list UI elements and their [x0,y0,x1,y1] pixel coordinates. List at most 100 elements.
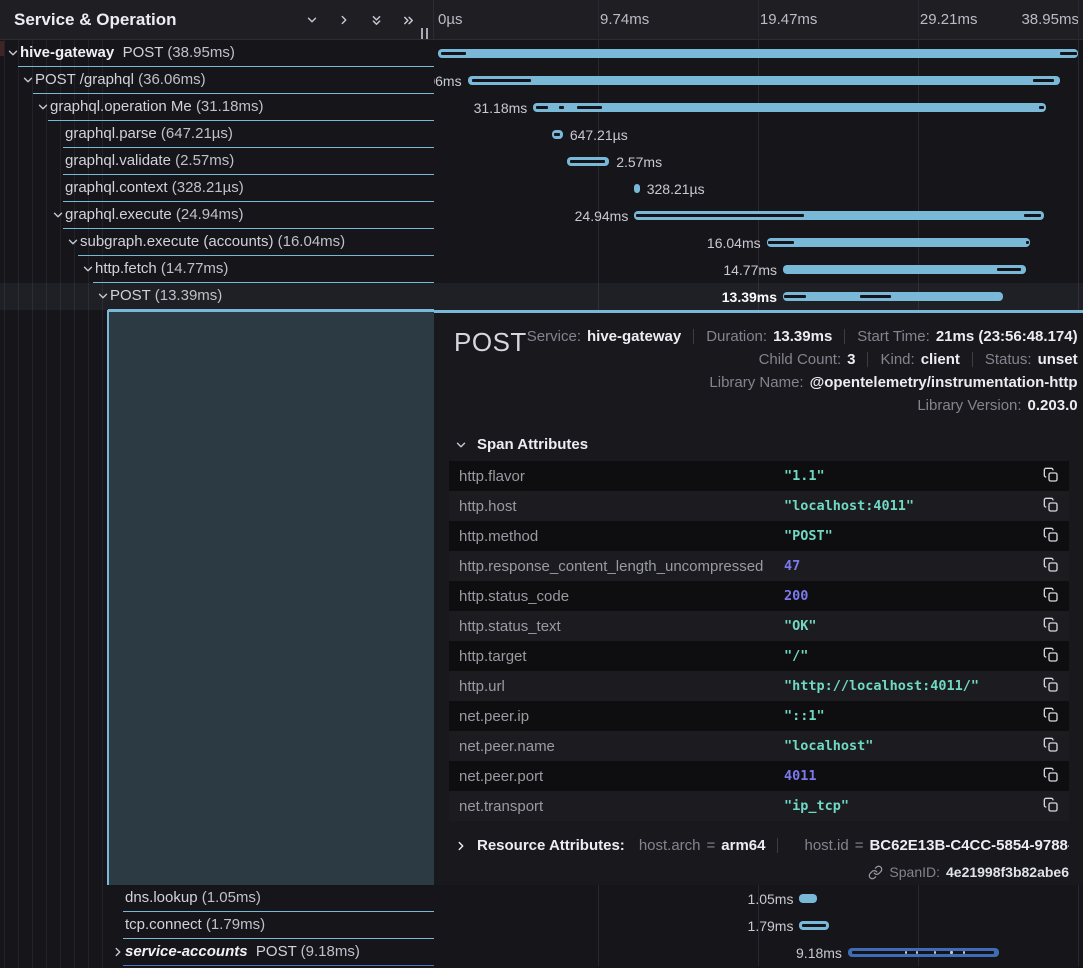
span-row[interactable]: POST (13.39ms)13.39ms [0,283,1083,310]
bar-duration-label: 36.06ms [434,73,462,89]
bar-duration-label: 9.18ms [796,945,842,961]
span-bar-cell: 9.18ms [434,939,1083,966]
span-name-cell: hive-gateway POST (38.95ms) [0,40,434,67]
span-row[interactable]: graphql.operation Me (31.18ms)31.18ms [0,94,1083,121]
span-row[interactable]: tcp.connect (1.79ms)1.79ms [0,912,1083,939]
expander-chevron-down-icon[interactable] [96,289,110,303]
span-name-cell: graphql.operation Me (31.18ms) [0,94,434,121]
bar-duration-label: 647.21µs [570,127,628,143]
attribute-key: http.flavor [459,468,525,485]
bar-duration-label: 1.05ms [748,891,794,907]
attribute-value: 4011 [784,768,817,784]
span-name-cell: graphql.execute (24.94ms) [0,202,434,229]
span-rows-upper: hive-gateway POST (38.95ms) POST /graphql… [0,40,1083,310]
span-row[interactable]: subgraph.execute (accounts) (16.04ms)16.… [0,229,1083,256]
copy-icon[interactable] [1041,766,1061,786]
span-attributes-label: Span Attributes [477,436,588,453]
meta-label: Status: [985,351,1032,368]
span-row[interactable]: graphql.execute (24.94ms)24.94ms [0,202,1083,229]
expander-chevron-down-icon[interactable] [21,73,35,87]
bar-duration-label: 13.39ms [722,289,777,305]
span-detail-panel: POST Service:hive-gatewayDuration:13.39m… [434,310,1083,885]
span-name-cell: graphql.context (328.21µs) [0,175,434,202]
meta-value: 3 [847,351,855,368]
span-duration-bar[interactable] [799,921,828,930]
span-row[interactable]: http.fetch (14.77ms)14.77ms [0,256,1083,283]
collapse-one-icon[interactable] [302,9,322,31]
attribute-key: http.response_content_length_uncompresse… [459,558,763,575]
attribute-row: http.url"http://localhost:4011/" [449,671,1069,701]
bar-duration-label: 16.04ms [707,235,761,251]
attribute-value: 47 [784,558,800,574]
span-row[interactable]: POST /graphql (36.06ms)36.06ms [0,67,1083,94]
span-duration-bar[interactable] [848,948,999,957]
meta-value: 0.203.0 [1028,397,1078,414]
grid-line [598,0,599,40]
copy-icon[interactable] [1041,466,1061,486]
span-duration-bar[interactable] [468,76,1060,85]
copy-icon[interactable] [1041,556,1061,576]
span-attributes-table: http.flavor"1.1"http.host"localhost:4011… [449,461,1069,821]
span-duration-bar[interactable] [552,130,563,139]
link-icon[interactable] [868,865,883,880]
span-duration-bar[interactable] [783,265,1026,274]
attribute-key: http.target [459,648,527,665]
expander-chevron-right-icon[interactable] [111,945,125,959]
span-name-cell: dns.lookup (1.05ms) [0,885,434,912]
copy-icon[interactable] [1041,676,1061,696]
expander-chevron-down-icon[interactable] [6,46,20,60]
span-meta: Service:hive-gatewayDuration:13.39msStar… [527,325,1078,414]
span-row[interactable]: graphql.context (328.21µs)328.21µs [0,175,1083,202]
span-row[interactable]: service-accounts POST (9.18ms)9.18ms [0,939,1083,966]
span-id-value: 4e21998f3b82abe6 [946,864,1069,880]
expander-chevron-down-icon[interactable] [66,235,80,249]
span-attributes-header[interactable]: Span Attributes [454,436,1069,453]
copy-icon[interactable] [1041,526,1061,546]
span-row[interactable]: hive-gateway POST (38.95ms) [0,40,1083,67]
span-duration-bar[interactable] [767,238,1031,247]
span-duration-bar[interactable] [783,292,1003,301]
attribute-row: http.host"localhost:4011" [449,491,1069,521]
resource-attributes-row[interactable]: Resource Attributes: host.arch=arm64host… [454,837,1069,854]
meta-value: unset [1038,351,1078,368]
copy-icon[interactable] [1041,496,1061,516]
attribute-row: net.peer.ip"::1" [449,701,1069,731]
expander-chevron-down-icon[interactable] [51,208,65,222]
expand-one-icon[interactable] [334,9,354,31]
collapse-all-icon[interactable] [366,9,386,31]
copy-icon[interactable] [1041,706,1061,726]
expander-chevron-down-icon[interactable] [81,262,95,276]
span-name-label: hive-gateway POST (38.95ms) [20,44,235,61]
span-duration-bar[interactable] [533,103,1045,112]
span-name-label: graphql.execute (24.94ms) [65,206,243,223]
span-duration-bar[interactable] [567,157,609,166]
span-duration-bar[interactable] [634,211,1044,220]
column-resize-grip[interactable] [421,28,428,39]
expand-all-icon[interactable] [398,9,418,31]
expander-chevron-down-icon[interactable] [36,100,50,114]
span-id-label: SpanID: [889,864,940,880]
copy-icon[interactable] [1041,586,1061,606]
span-row[interactable]: graphql.parse (647.21µs)647.21µs [0,121,1083,148]
span-bar-cell: 36.06ms [434,67,1083,94]
service-name: hive-gateway [20,44,114,61]
copy-icon[interactable] [1041,646,1061,666]
span-row[interactable]: dns.lookup (1.05ms) 1.05ms [0,885,1083,912]
attribute-row: net.peer.name"localhost" [449,731,1069,761]
span-bar-cell [434,40,1083,67]
span-row[interactable]: graphql.validate (2.57ms)2.57ms [0,148,1083,175]
service-operation-header: Service & Operation [0,0,434,40]
span-duration-bar[interactable] [438,49,1078,58]
span-duration-bar[interactable] [634,184,639,193]
copy-icon[interactable] [1041,736,1061,756]
copy-icon[interactable] [1041,796,1061,816]
row-underline [123,965,434,966]
span-bar-cell: 1.05ms [434,885,1083,912]
attribute-row: http.flavor"1.1" [449,461,1069,491]
span-name-label: http.fetch (14.77ms) [95,260,228,277]
copy-icon[interactable] [1041,616,1061,636]
meta-value: hive-gateway [587,328,681,345]
timeline-ruler: 0µs9.74ms19.47ms29.21ms38.95ms [434,0,1083,40]
service-operation-title: Service & Operation [14,10,177,30]
span-duration-bar[interactable] [799,894,816,903]
